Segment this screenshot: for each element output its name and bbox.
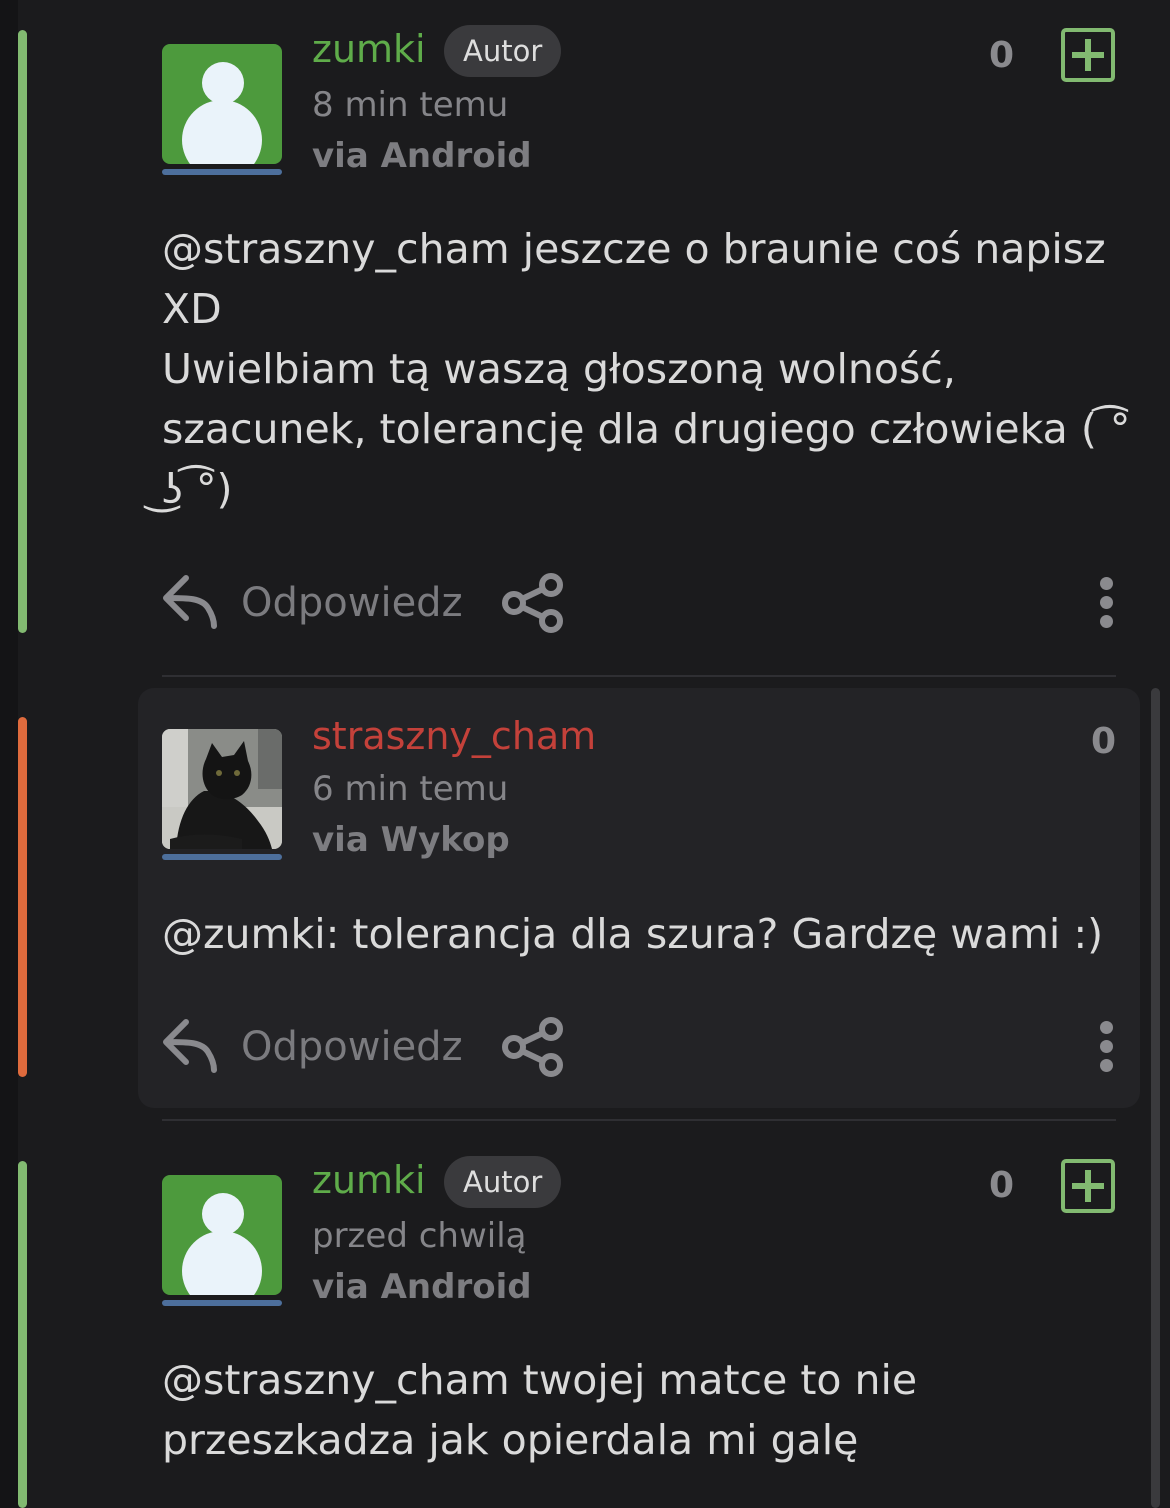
timestamp: 8 min temu bbox=[312, 85, 509, 125]
avatar-underline bbox=[162, 169, 282, 175]
share-icon[interactable] bbox=[500, 1016, 566, 1078]
vote-count: 0 bbox=[1091, 721, 1117, 762]
avatar[interactable] bbox=[162, 44, 282, 164]
vote-count: 0 bbox=[989, 35, 1015, 76]
reply-arrow-icon[interactable] bbox=[160, 1016, 220, 1074]
thread-indicator-author bbox=[18, 30, 27, 633]
comment-body-line: Uwielbiam tą waszą głoszoną wolność, bbox=[162, 345, 956, 393]
avatar[interactable] bbox=[162, 729, 282, 849]
left-gutter bbox=[0, 0, 18, 1508]
comment-body-line: przeszkadza jak opierdala mi galę bbox=[162, 1416, 859, 1464]
default-avatar-icon bbox=[202, 62, 244, 104]
timestamp: przed chwilą bbox=[312, 1216, 527, 1256]
comment-body: @zumki: tolerancja dla szura? Gardzę wam… bbox=[162, 904, 1112, 964]
comment-body-line: ͜ʖ ͡°) bbox=[162, 465, 233, 513]
avatar[interactable] bbox=[162, 1175, 282, 1295]
comment-body-line: XD bbox=[162, 285, 222, 333]
timestamp: 6 min temu bbox=[312, 769, 509, 809]
more-vertical-icon[interactable] bbox=[1100, 1021, 1120, 1078]
comment-body: @straszny_cham twojej matce to nie przes… bbox=[162, 1350, 1112, 1470]
username[interactable]: zumki bbox=[312, 1157, 426, 1203]
avatar-underline bbox=[162, 1300, 282, 1306]
comment-body-line: @straszny_cham jeszcze o braunie coś nap… bbox=[162, 225, 1106, 273]
comment-thread-screen: zumki Autor 8 min temu via Android 0 @st… bbox=[0, 0, 1170, 1508]
source-label: via Android bbox=[312, 136, 532, 176]
more-vertical-icon[interactable] bbox=[1100, 577, 1120, 634]
reply-button[interactable]: Odpowiedz bbox=[241, 1022, 463, 1072]
comment-body-line: @zumki: tolerancja dla szura? Gardzę wam… bbox=[162, 910, 1104, 958]
plus-square-icon[interactable] bbox=[1061, 1159, 1115, 1213]
default-avatar-body bbox=[182, 100, 262, 164]
thread-indicator-author bbox=[18, 1161, 27, 1508]
source-label: via Android bbox=[312, 1267, 532, 1307]
comment-body-line: @straszny_cham twojej matce to nie bbox=[162, 1356, 918, 1404]
avatar-underline bbox=[162, 854, 282, 860]
vote-count: 0 bbox=[989, 1165, 1015, 1206]
default-avatar-icon bbox=[202, 1193, 244, 1235]
reply-arrow-icon[interactable] bbox=[160, 572, 220, 630]
comment-body-line: szacunek, tolerancję dla drugiego człowi… bbox=[162, 405, 1131, 453]
divider bbox=[162, 675, 1116, 677]
username[interactable]: straszny_cham bbox=[312, 713, 596, 759]
cat-photo bbox=[162, 729, 282, 849]
username[interactable]: zumki bbox=[312, 26, 426, 72]
author-badge: Autor bbox=[444, 25, 562, 77]
author-badge: Autor bbox=[444, 1156, 562, 1208]
default-avatar-body bbox=[182, 1231, 262, 1295]
share-icon[interactable] bbox=[500, 572, 566, 634]
divider bbox=[162, 1119, 1116, 1121]
reply-button[interactable]: Odpowiedz bbox=[241, 578, 463, 628]
plus-square-icon[interactable] bbox=[1061, 28, 1115, 82]
comment-body: @straszny_cham jeszcze o braunie coś nap… bbox=[162, 219, 1131, 519]
scrollbar[interactable] bbox=[1151, 688, 1160, 1508]
source-label: via Wykop bbox=[312, 820, 510, 860]
thread-indicator-reply bbox=[18, 717, 27, 1077]
